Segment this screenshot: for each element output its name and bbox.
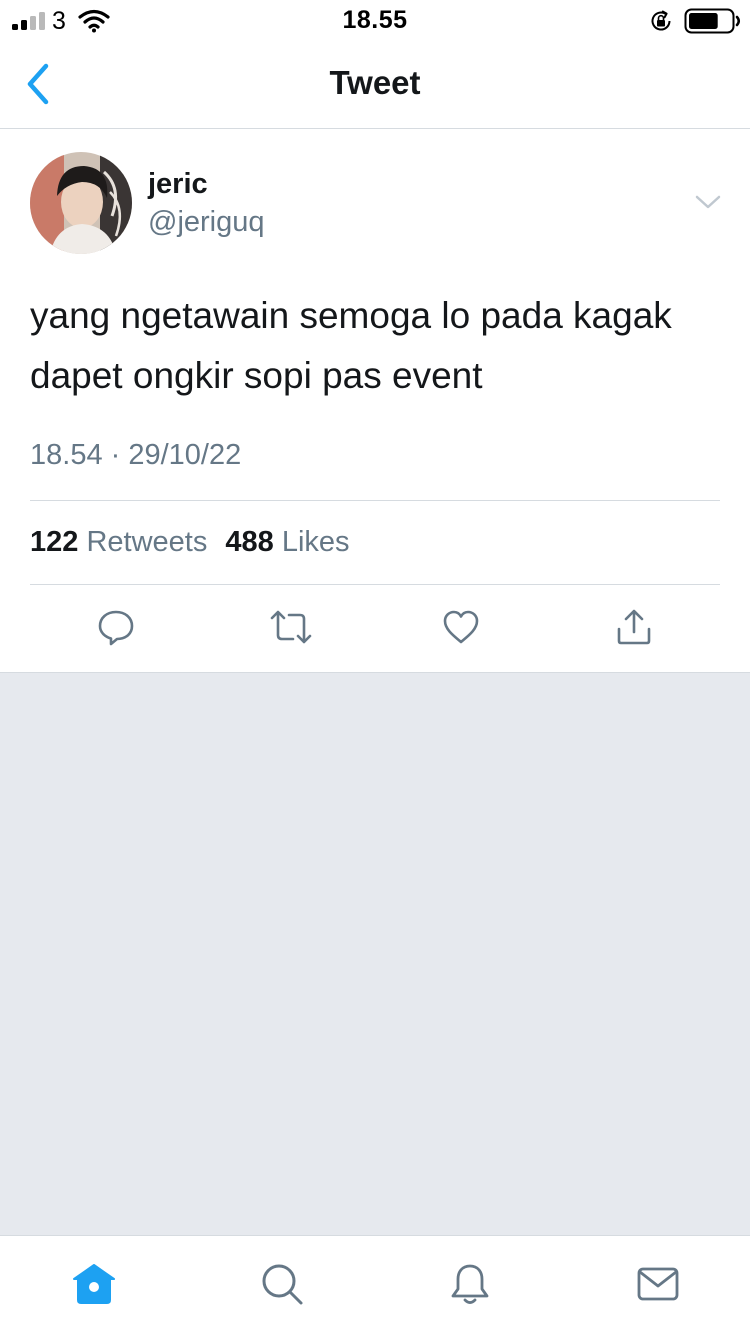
tweet-stats: 122 Retweets 488 Likes	[30, 526, 360, 559]
like-icon	[443, 610, 479, 644]
home-icon	[73, 1264, 115, 1304]
empty-reply-area	[0, 673, 750, 1235]
like-button[interactable]	[441, 607, 481, 647]
reply-button[interactable]	[96, 607, 136, 647]
avatar[interactable]	[30, 152, 132, 254]
likes-label: Likes	[281, 526, 350, 558]
notifications-icon	[451, 1264, 489, 1304]
tab-search[interactable]	[260, 1262, 304, 1306]
author-name[interactable]: jeric	[148, 168, 208, 201]
likes-stat[interactable]: 488 Likes	[225, 526, 349, 559]
status-bar: 3 18.55	[0, 0, 750, 40]
author-handle[interactable]: @jeriguq	[148, 206, 265, 239]
avatar-photo	[30, 152, 132, 254]
divider	[30, 584, 720, 585]
share-button[interactable]	[614, 607, 654, 647]
more-options-button[interactable]	[692, 191, 724, 215]
retweet-button[interactable]	[269, 607, 312, 647]
retweet-icon	[270, 610, 312, 644]
tab-bar	[0, 1235, 750, 1335]
rotation-lock-icon	[651, 10, 671, 31]
status-time: 18.55	[342, 6, 408, 34]
page-title: Tweet	[329, 64, 421, 101]
divider	[30, 500, 720, 501]
reply-icon	[98, 610, 134, 646]
chevron-down-icon	[695, 195, 721, 209]
retweets-label: Retweets	[86, 526, 208, 558]
likes-count: 488	[225, 526, 274, 558]
navigation-bar: Tweet	[0, 40, 750, 129]
tab-messages[interactable]	[636, 1262, 680, 1306]
tab-home[interactable]	[72, 1262, 116, 1306]
retweets-stat[interactable]: 122 Retweets	[30, 526, 207, 559]
tweet-text: yang ngetawain semoga lo pada kagak dape…	[30, 295, 672, 396]
tab-notifications[interactable]	[448, 1262, 492, 1306]
retweets-count: 122	[30, 526, 79, 558]
share-icon	[617, 609, 651, 645]
battery-icon	[684, 8, 740, 34]
tweet-detail: jeric @jeriguq yang ngetawain semoga lo …	[0, 129, 750, 673]
messages-icon	[637, 1267, 679, 1301]
search-icon	[262, 1264, 303, 1305]
tweet-timestamp: 18.54 · 29/10/22	[30, 439, 242, 471]
